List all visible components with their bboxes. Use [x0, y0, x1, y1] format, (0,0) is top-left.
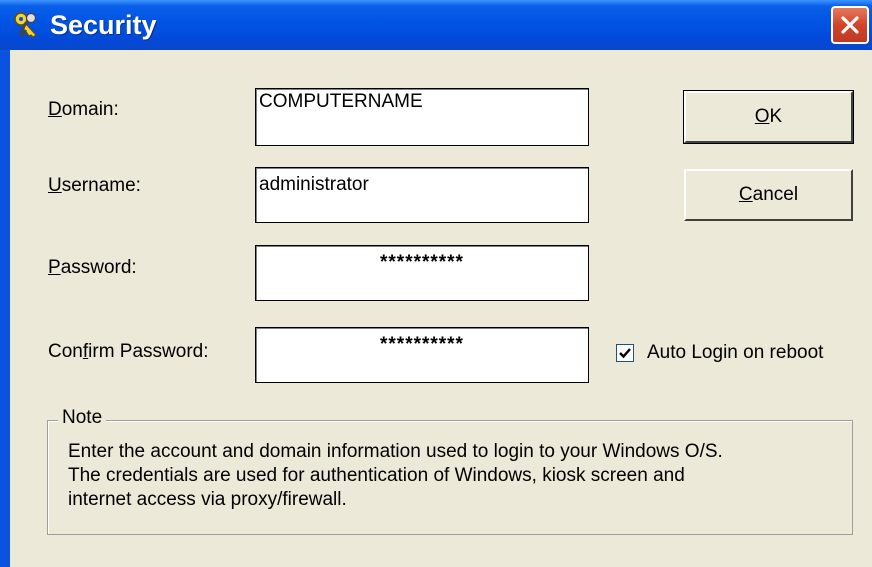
username-value: administrator [259, 174, 369, 195]
keys-icon [12, 11, 42, 39]
close-button[interactable] [831, 6, 869, 44]
domain-label: Domain: [48, 99, 119, 120]
confirm-password-label: Confirm Password: [48, 341, 209, 362]
password-label: Password: [48, 257, 137, 278]
domain-field[interactable]: COMPUTERNAME [255, 88, 589, 146]
username-label: Username: [48, 175, 141, 196]
note-text: Enter the account and domain information… [68, 440, 848, 512]
auto-login-checkbox[interactable] [616, 344, 634, 362]
note-line: internet access via proxy/firewall. [68, 489, 347, 510]
auto-login-label[interactable]: Auto Login on reboot [647, 342, 823, 364]
title-bar[interactable]: Security [0, 0, 872, 50]
cancel-button[interactable]: Cancel [684, 169, 853, 221]
password-masked-value: ********** [380, 252, 464, 273]
password-field[interactable]: ********** [255, 245, 589, 301]
confirm-password-masked-value: ********** [380, 334, 464, 355]
note-line: The credentials are used for authenticat… [68, 465, 685, 486]
note-legend: Note [58, 407, 107, 429]
ok-button[interactable]: OK [683, 90, 854, 144]
domain-value: COMPUTERNAME [259, 91, 423, 112]
window-left-border [0, 0, 10, 567]
note-line: Enter the account and domain information… [68, 441, 723, 462]
security-dialog: Security Domain: COMPUTERNAME Username: … [0, 0, 872, 567]
username-field[interactable]: administrator [255, 167, 589, 223]
window-title: Security [50, 10, 157, 40]
confirm-password-field[interactable]: ********** [255, 327, 589, 383]
